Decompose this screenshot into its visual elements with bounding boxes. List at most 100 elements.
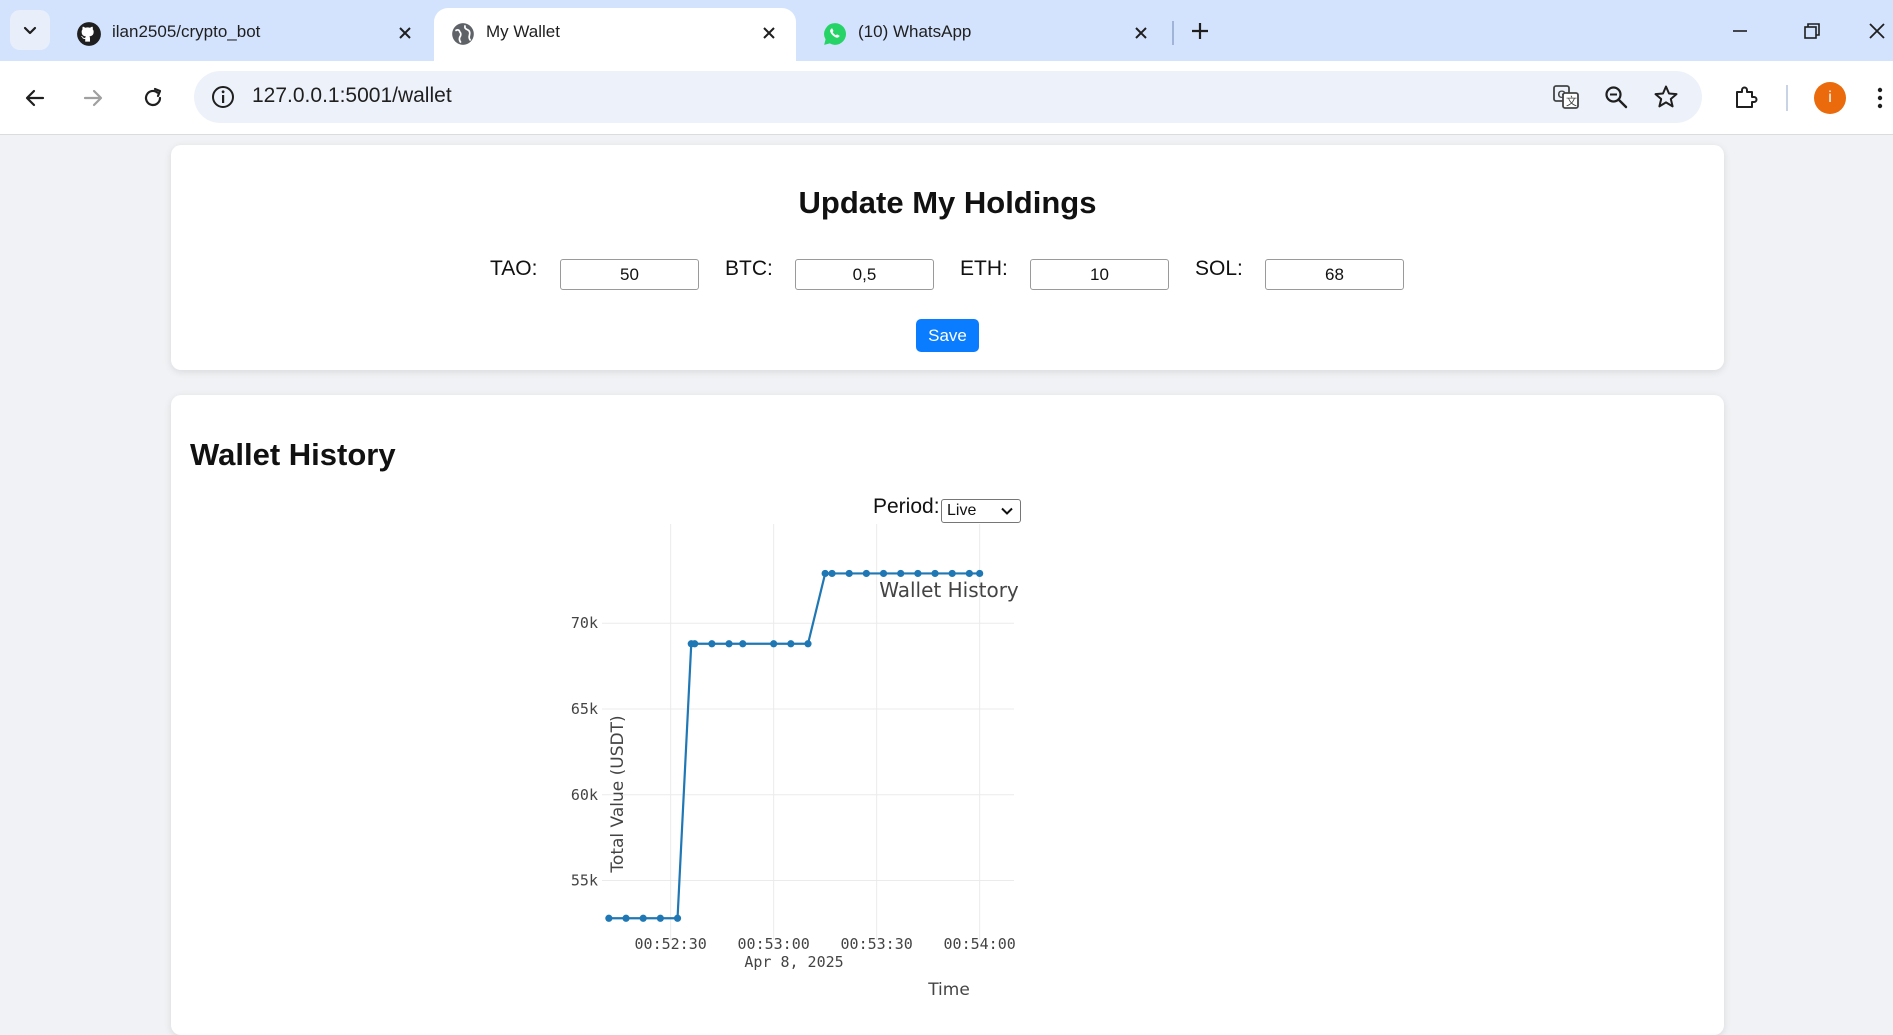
data-point — [965, 569, 973, 578]
eth-label: ETH: — [960, 257, 1008, 280]
toolbar-separator — [1786, 85, 1788, 111]
sol-input[interactable] — [1265, 259, 1404, 290]
back-button[interactable] — [16, 79, 54, 117]
reload-button[interactable] — [134, 79, 172, 117]
data-point — [828, 569, 836, 578]
data-point — [787, 640, 795, 648]
restore-button[interactable] — [1794, 14, 1830, 48]
tab-whatsapp[interactable]: (10) WhatsApp — [806, 8, 1168, 61]
chart-title: Wallet History — [879, 578, 1019, 602]
translate-button[interactable]: G文 — [1552, 83, 1580, 111]
data-point — [656, 914, 664, 922]
minimize-icon — [1733, 30, 1747, 32]
btc-input[interactable] — [795, 259, 934, 290]
y-tick-label: 55k — [571, 872, 598, 890]
plus-icon — [1192, 23, 1208, 39]
chart-x-axis-label: Time — [927, 980, 970, 1000]
chart-y-axis-label: Total Value (USDT) — [608, 715, 628, 873]
zoom-button[interactable] — [1602, 83, 1630, 111]
data-point — [605, 914, 613, 922]
new-tab-button[interactable] — [1183, 14, 1217, 48]
forward-button[interactable] — [74, 79, 112, 117]
x-tick-label: 00:54:00 — [944, 935, 1016, 953]
chevron-down-icon — [23, 26, 37, 35]
data-point — [804, 640, 812, 648]
save-button[interactable]: Save — [916, 319, 979, 352]
tab-title: (10) WhatsApp — [858, 22, 972, 41]
y-tick-label: 70k — [571, 614, 598, 632]
holdings-card: Update My Holdings TAO: BTC: ETH: SOL: S… — [171, 145, 1724, 370]
tab-search-button[interactable] — [10, 10, 50, 50]
browser-menu-button[interactable] — [1872, 81, 1888, 115]
close-icon[interactable] — [756, 20, 782, 46]
svg-text:文: 文 — [1566, 94, 1577, 108]
data-point — [770, 640, 778, 648]
data-point — [673, 914, 682, 922]
tab-my-wallet[interactable]: My Wallet — [434, 8, 796, 61]
tab-separator — [1172, 21, 1174, 45]
y-tick-label: 60k — [571, 786, 598, 804]
data-point — [622, 914, 630, 922]
eth-input[interactable] — [1030, 259, 1169, 290]
data-point — [725, 640, 733, 648]
sol-label: SOL: — [1195, 257, 1243, 280]
data-point — [862, 569, 870, 578]
data-point — [948, 569, 956, 578]
data-point — [897, 569, 905, 578]
data-point — [914, 569, 922, 578]
extensions-button[interactable] — [1727, 79, 1765, 117]
tao-label: TAO: — [490, 257, 538, 280]
holdings-title: Update My Holdings — [798, 185, 1097, 220]
restore-icon — [1804, 23, 1820, 39]
chart-points — [605, 569, 984, 922]
close-icon — [1869, 23, 1885, 39]
close-window-button[interactable] — [1862, 14, 1892, 48]
btc-label: BTC: — [725, 257, 773, 280]
wallet-history-chart: 55k 60k 65k 70k 00:52:30 00:53:00 00:53:30 00:5… — [571, 524, 1019, 1000]
profile-initial: i — [1828, 89, 1832, 106]
chart-ticks: 55k 60k 65k 70k 00:52:30 00:53:00 00:53:30 00:5… — [571, 614, 1016, 953]
minimize-button[interactable] — [1722, 14, 1758, 48]
more-vert-icon — [1877, 87, 1883, 109]
info-icon[interactable] — [210, 84, 236, 110]
data-point — [845, 569, 853, 578]
tao-input[interactable] — [560, 259, 699, 290]
globe-icon — [452, 23, 474, 45]
x-tick-label: 00:53:30 — [841, 935, 913, 953]
arrow-left-icon — [25, 89, 45, 107]
github-icon — [77, 22, 101, 46]
puzzle-icon — [1736, 86, 1758, 108]
url-text: 127.0.0.1:5001/wallet — [252, 84, 452, 107]
arrow-right-icon — [83, 89, 103, 107]
close-icon[interactable] — [1128, 20, 1154, 46]
tab-bar: ilan2505/crypto_bot My Wallet (10) Whats… — [0, 0, 1893, 61]
browser-toolbar: 127.0.0.1:5001/wallet G文 i — [0, 61, 1893, 135]
x-tick-label: 00:52:30 — [635, 935, 707, 953]
data-point — [691, 640, 699, 648]
star-icon — [1654, 85, 1678, 108]
zoom-out-icon — [1605, 86, 1628, 109]
tab-title: ilan2505/crypto_bot — [112, 22, 261, 41]
profile-avatar[interactable]: i — [1814, 82, 1846, 114]
x-tick-label: 00:53:00 — [738, 935, 810, 953]
chart-x-date-label: Apr 8, 2025 — [744, 953, 843, 971]
data-point — [639, 914, 647, 922]
data-point — [931, 569, 939, 578]
tab-title: My Wallet — [486, 22, 560, 41]
whatsapp-icon — [824, 23, 846, 45]
data-point — [821, 569, 829, 578]
chart-series — [608, 572, 980, 920]
translate-icon: G文 — [1553, 85, 1579, 109]
bookmark-button[interactable] — [1652, 83, 1680, 111]
y-tick-label: 65k — [571, 700, 598, 718]
series-line — [608, 572, 980, 920]
reload-icon — [144, 87, 162, 107]
data-point — [879, 569, 888, 578]
data-point — [976, 569, 984, 578]
history-card: Wallet History Period: Live 55k 60k 65k 70k… — [171, 395, 1724, 1035]
data-point — [708, 640, 716, 648]
address-bar[interactable]: 127.0.0.1:5001/wallet G文 — [194, 71, 1702, 123]
close-icon[interactable] — [392, 20, 418, 46]
data-point — [739, 640, 747, 648]
tab-crypto-bot[interactable]: ilan2505/crypto_bot — [60, 8, 432, 61]
